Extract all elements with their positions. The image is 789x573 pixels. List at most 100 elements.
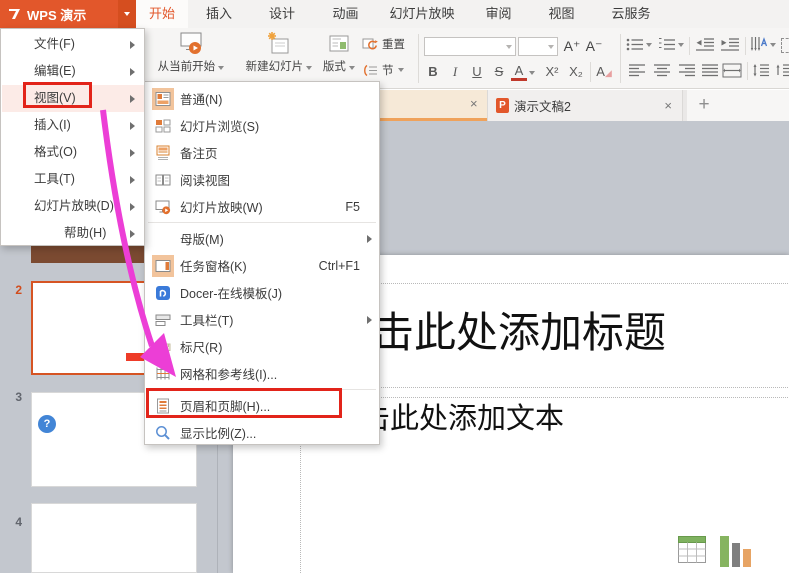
menu-item-zoom[interactable]: 显示比例(Z)... bbox=[146, 419, 378, 446]
slide-title-text: 单击此处添加标题 bbox=[330, 311, 667, 357]
justify-button[interactable] bbox=[701, 63, 719, 78]
toolbar-separator bbox=[620, 34, 621, 83]
paragraph-spacing-button[interactable] bbox=[775, 63, 789, 78]
tab-design[interactable]: 设计 bbox=[250, 0, 314, 28]
insert-table-button[interactable] bbox=[678, 536, 706, 564]
close-icon[interactable]: × bbox=[470, 97, 478, 110]
align-left-icon bbox=[629, 64, 645, 77]
menu-item-normal-view[interactable]: 普通(N) bbox=[146, 85, 378, 112]
chevron-down-icon bbox=[306, 66, 313, 70]
menu-item-edit[interactable]: 编辑(E) bbox=[2, 58, 144, 85]
font-name-select[interactable] bbox=[424, 37, 516, 56]
menu-item-ruler[interactable]: 标尺(R) bbox=[146, 333, 378, 360]
menu-item-label: 幻灯片放映(D) bbox=[34, 199, 114, 213]
strikethrough-button[interactable]: S bbox=[490, 63, 508, 81]
subscript-button[interactable]: X₂ bbox=[565, 63, 587, 81]
text-direction-button[interactable] bbox=[750, 36, 768, 53]
close-icon[interactable]: × bbox=[664, 99, 672, 112]
font-color-button[interactable]: A bbox=[511, 63, 527, 81]
decrease-indent-button[interactable] bbox=[695, 37, 715, 52]
insert-table-icon bbox=[678, 536, 706, 563]
align-right-button[interactable] bbox=[678, 63, 696, 78]
menu-item-task-pane[interactable]: 任务窗格(K) Ctrl+F1 bbox=[146, 252, 378, 279]
tab-slideshow[interactable]: 幻灯片放映 bbox=[377, 0, 467, 28]
grow-font-button[interactable]: A⁺ bbox=[562, 37, 582, 55]
menu-item-help[interactable]: ? 帮助(H) bbox=[2, 220, 144, 433]
bullet-list-button[interactable] bbox=[626, 37, 644, 52]
italic-button[interactable]: I bbox=[446, 63, 464, 81]
align-center-button[interactable] bbox=[653, 63, 671, 78]
slide-number: 3 bbox=[15, 390, 22, 404]
submenu-arrow-icon bbox=[130, 40, 135, 49]
align-left-button[interactable] bbox=[628, 63, 646, 78]
menu-item-notes-page[interactable]: 备注页 bbox=[146, 139, 378, 166]
bold-button[interactable]: B bbox=[424, 63, 442, 81]
increase-indent-button[interactable] bbox=[720, 37, 740, 52]
menu-item-slideshow[interactable]: 幻灯片放映(D) bbox=[2, 193, 144, 220]
tab-home[interactable]: 开始 bbox=[136, 0, 188, 28]
app-menu-dropdown[interactable] bbox=[118, 0, 136, 28]
app-title: WPS 演示 bbox=[27, 7, 87, 23]
reset-label: 重置 bbox=[382, 39, 405, 51]
bullet-list-icon bbox=[626, 38, 643, 51]
layout-button[interactable]: 版式 bbox=[317, 32, 361, 74]
line-spacing-button[interactable] bbox=[752, 63, 770, 78]
new-document-tab-button[interactable]: + bbox=[694, 94, 714, 116]
toolbars-icon bbox=[152, 309, 174, 331]
chevron-down-icon[interactable] bbox=[646, 43, 652, 47]
no-icon bbox=[152, 228, 174, 250]
menu-item-insert[interactable]: 插入(I) bbox=[2, 112, 144, 139]
app-logo[interactable]: WPS 演示 bbox=[0, 0, 118, 28]
notes-page-icon bbox=[152, 142, 174, 164]
menu-item-grid-guides[interactable]: 网格和参考线(I)... bbox=[146, 360, 378, 387]
menu-item-format[interactable]: 格式(O) bbox=[2, 139, 144, 166]
distribute-text-button[interactable] bbox=[722, 63, 742, 78]
slide-layout-icon bbox=[329, 35, 349, 52]
tab-review[interactable]: 审阅 bbox=[467, 0, 530, 28]
menu-item-file[interactable]: 文件(F) bbox=[2, 31, 144, 58]
submenu-arrow-icon bbox=[130, 229, 135, 238]
clear-format-button[interactable]: A◢ bbox=[595, 63, 613, 82]
new-slide-button[interactable]: 新建幻灯片 bbox=[239, 32, 319, 74]
zoom-magnifier-icon bbox=[152, 422, 174, 444]
chevron-down-icon bbox=[124, 12, 130, 16]
numbered-list-button[interactable] bbox=[658, 37, 676, 52]
menu-item-label: 母版(M) bbox=[180, 233, 224, 247]
section-button[interactable]: 节 bbox=[362, 62, 404, 78]
document-icon: P bbox=[496, 98, 509, 113]
new-slide-label: 新建幻灯片 bbox=[245, 61, 304, 73]
chevron-down-icon bbox=[506, 45, 512, 49]
chevron-down-icon[interactable] bbox=[529, 71, 535, 75]
underline-button[interactable]: U bbox=[468, 63, 486, 81]
document-tab-2[interactable]: P 演示文稿2 × bbox=[487, 90, 683, 121]
menu-item-label: 幻灯片浏览(S) bbox=[180, 120, 260, 134]
annotation-highlight-header-footer bbox=[146, 388, 342, 418]
submenu-arrow-icon bbox=[130, 94, 135, 103]
select-placeholder-button[interactable] bbox=[781, 38, 789, 53]
menu-item-reading-view[interactable]: 阅读视图 bbox=[146, 166, 378, 193]
tab-animation[interactable]: 动画 bbox=[314, 0, 377, 28]
shrink-font-button[interactable]: A⁻ bbox=[584, 37, 604, 55]
start-from-current-button[interactable]: 从当前开始 bbox=[147, 32, 235, 74]
superscript-button[interactable]: X² bbox=[541, 63, 563, 81]
menu-item-tools[interactable]: 工具(T) bbox=[2, 166, 144, 193]
eraser-icon: ◢ bbox=[604, 68, 612, 78]
menu-item-docer-templates[interactable]: Docer-在线模板(J) bbox=[146, 279, 378, 306]
chevron-down-icon[interactable] bbox=[770, 43, 776, 47]
tab-insert[interactable]: 插入 bbox=[188, 0, 250, 28]
menu-item-toolbars[interactable]: 工具栏(T) bbox=[146, 306, 378, 333]
slide-thumbnail-4[interactable] bbox=[31, 503, 197, 573]
reset-button[interactable]: 重置 bbox=[362, 36, 405, 52]
menu-item-slideshow-view[interactable]: 幻灯片放映(W) F5 bbox=[146, 193, 378, 220]
menu-item-label: 帮助(H) bbox=[64, 226, 107, 240]
menu-item-label: 格式(O) bbox=[34, 145, 78, 159]
tab-view[interactable]: 视图 bbox=[530, 0, 593, 28]
menu-item-label: 网格和参考线(I)... bbox=[180, 368, 278, 382]
tab-cloud[interactable]: 云服务 bbox=[593, 0, 669, 28]
menu-item-master[interactable]: 母版(M) bbox=[146, 225, 378, 252]
menu-item-slide-sorter[interactable]: 幻灯片浏览(S) bbox=[146, 112, 378, 139]
chevron-down-icon bbox=[397, 68, 404, 72]
insert-chart-button[interactable] bbox=[720, 536, 752, 567]
chevron-down-icon[interactable] bbox=[678, 43, 684, 47]
font-size-select[interactable] bbox=[518, 37, 558, 56]
